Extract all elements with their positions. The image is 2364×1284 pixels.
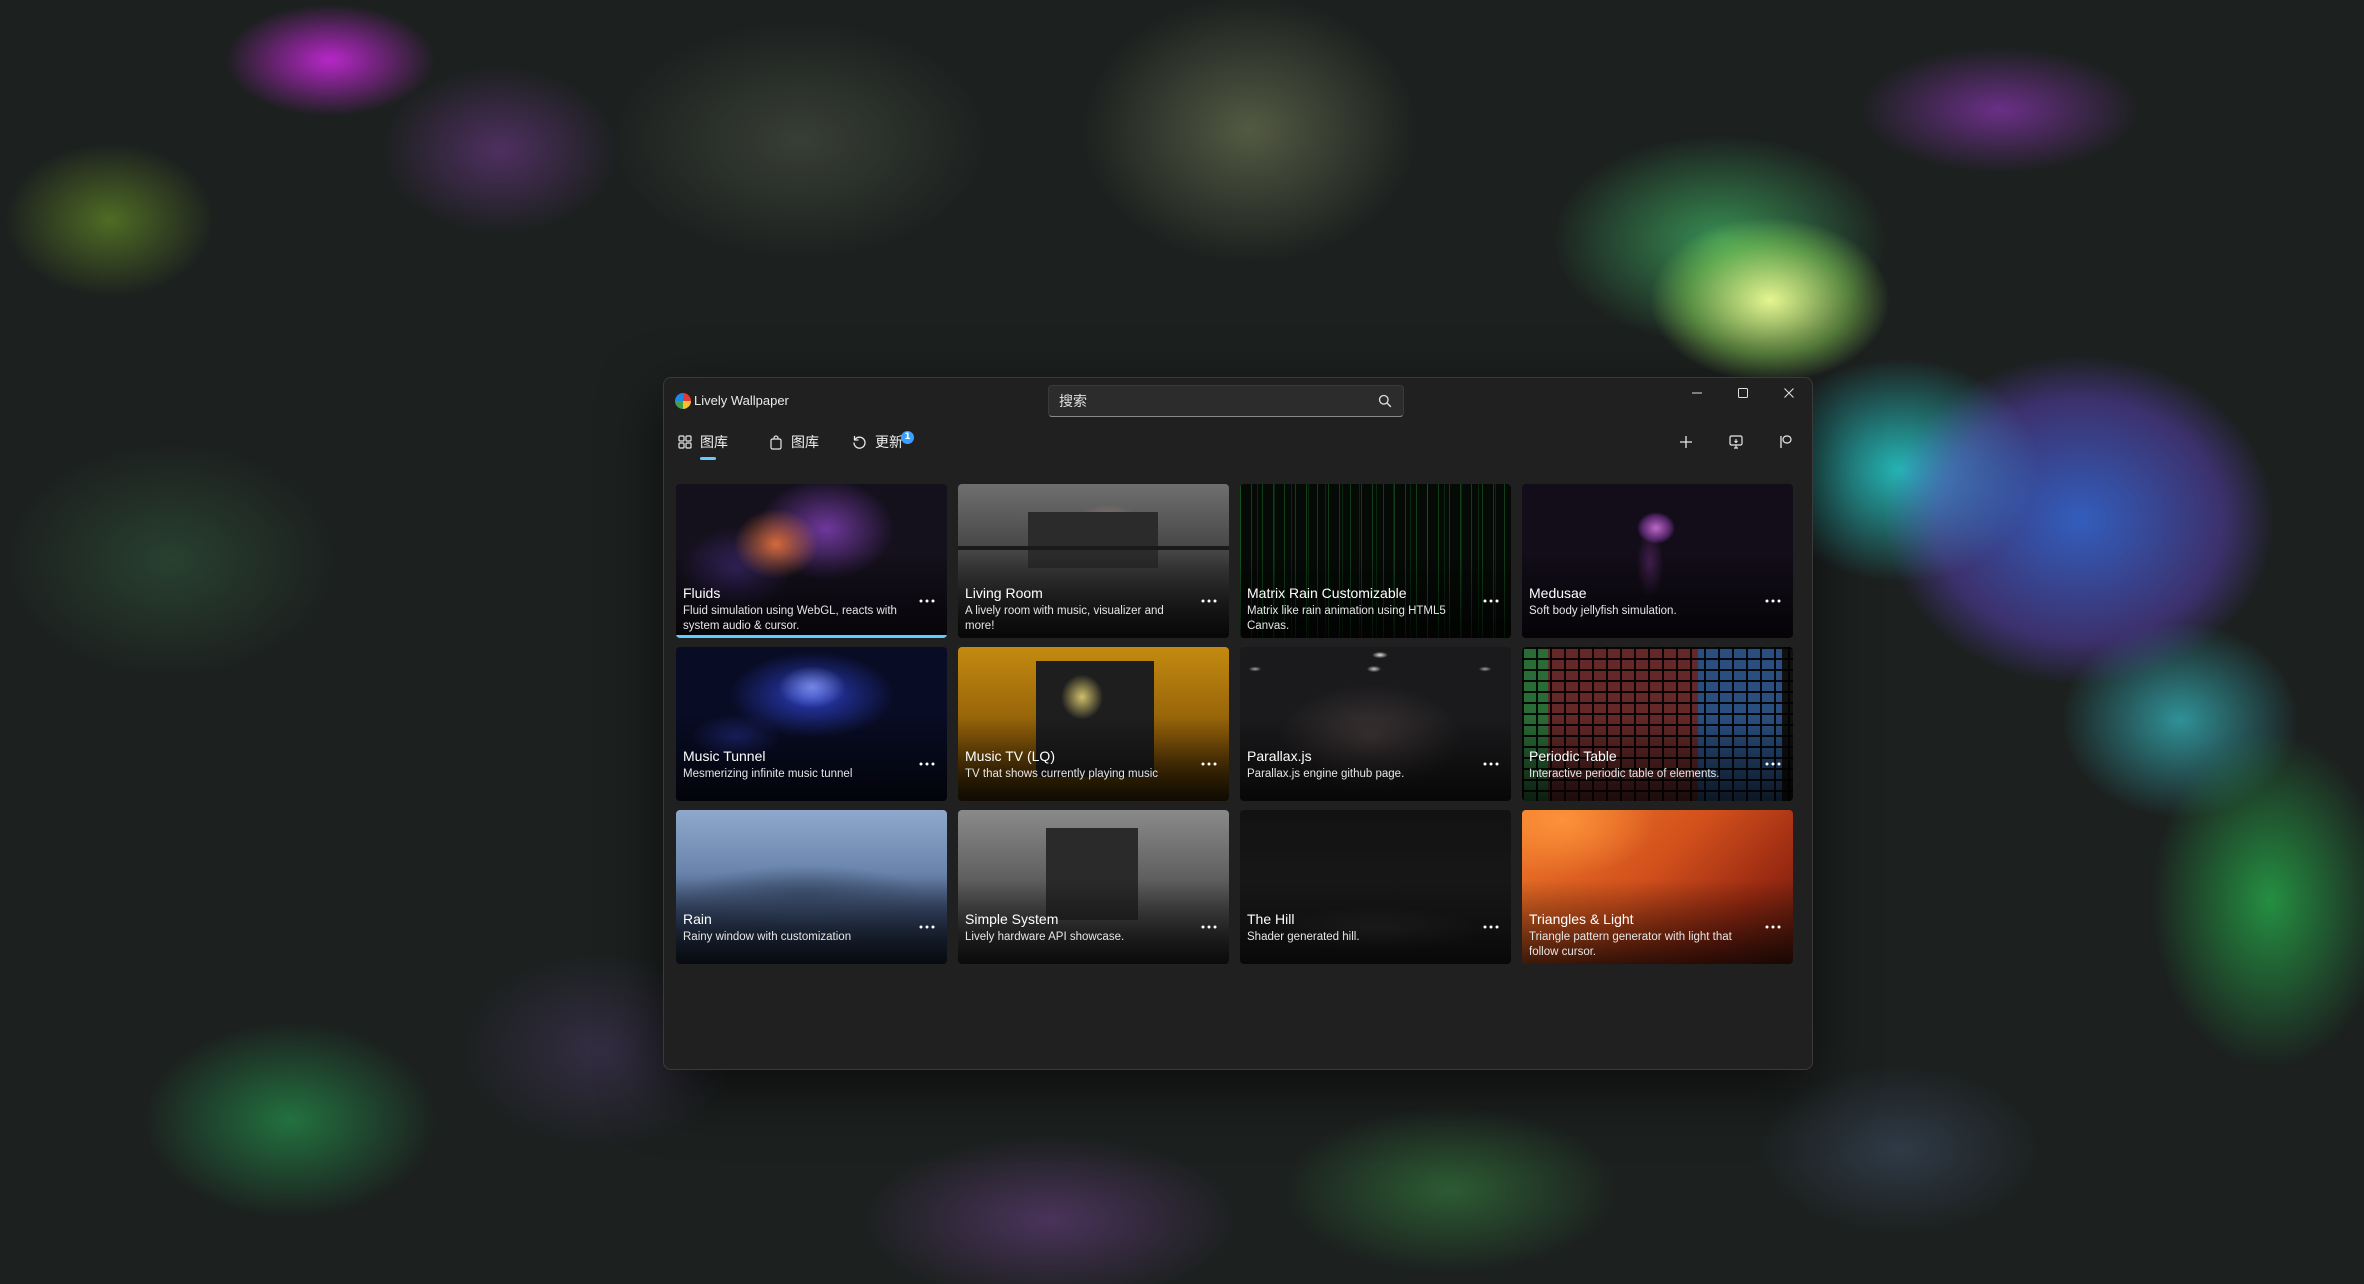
wallpaper-description: Matrix like rain animation using HTML5 C… xyxy=(1247,605,1446,632)
wallpaper-more-button[interactable] xyxy=(1761,595,1785,607)
more-icon xyxy=(1765,925,1781,929)
wallpaper-title: Music TV (LQ) xyxy=(965,748,1055,764)
screen-layout-button[interactable] xyxy=(1718,426,1754,458)
app-logo-icon xyxy=(675,393,691,409)
maximize-button[interactable] xyxy=(1720,378,1766,408)
wallpaper-title: Music Tunnel xyxy=(683,748,766,764)
wallpaper-more-button[interactable] xyxy=(915,758,939,770)
toolbar: 图库 图库 更新 1 xyxy=(664,422,1812,462)
tab-library-label: 图库 xyxy=(700,435,728,451)
wallpaper-card[interactable]: Parallax.js Parallax.js engine github pa… xyxy=(1240,647,1511,801)
more-icon xyxy=(1483,762,1499,766)
wallpaper-card[interactable]: Medusae Soft body jellyfish simulation. xyxy=(1522,484,1793,638)
more-icon xyxy=(919,599,935,603)
wallpaper-more-button[interactable] xyxy=(1761,758,1785,770)
tab-gallery-label: 图库 xyxy=(791,435,819,451)
wallpaper-description: TV that shows currently playing music xyxy=(965,768,1159,780)
maximize-icon xyxy=(1738,388,1748,398)
wallpaper-card[interactable]: Living Room A lively room with music, vi… xyxy=(958,484,1229,638)
wallpaper-more-button[interactable] xyxy=(1479,921,1503,933)
screen-icon xyxy=(1729,435,1743,449)
add-wallpaper-button[interactable] xyxy=(1668,426,1704,458)
search-box[interactable] xyxy=(1048,385,1404,417)
tab-gallery[interactable]: 图库 xyxy=(769,422,819,462)
wallpaper-card[interactable]: Fluids Fluid simulation using WebGL, rea… xyxy=(676,484,947,638)
refresh-icon xyxy=(853,435,866,449)
wallpaper-description: Triangle pattern generator with light th… xyxy=(1529,931,1732,958)
more-icon xyxy=(1201,762,1217,766)
wallpaper-card[interactable]: Periodic Table Interactive periodic tabl… xyxy=(1522,647,1793,801)
add-icon xyxy=(1680,436,1692,448)
more-icon xyxy=(1201,599,1217,603)
tab-updates-label: 更新 xyxy=(875,435,903,451)
minimize-button[interactable] xyxy=(1674,378,1720,408)
wallpaper-card[interactable]: Music TV (LQ) TV that shows currently pl… xyxy=(958,647,1229,801)
wallpaper-description: Soft body jellyfish simulation. xyxy=(1529,605,1677,617)
wallpaper-title: Medusae xyxy=(1529,585,1587,601)
lively-wallpaper-window: Lively Wallpaper 图库 xyxy=(663,377,1813,1070)
app-title: Lively Wallpaper xyxy=(694,393,789,408)
wallpaper-description: Mesmerizing infinite music tunnel xyxy=(683,768,853,780)
wallpaper-more-button[interactable] xyxy=(1479,758,1503,770)
more-icon xyxy=(1765,599,1781,603)
wallpaper-description: Fluid simulation using WebGL, reacts wit… xyxy=(683,605,897,632)
pause-control-button[interactable] xyxy=(1768,426,1804,458)
wallpaper-title: Fluids xyxy=(683,585,721,601)
search-icon[interactable] xyxy=(1377,393,1393,409)
wallpaper-title: Periodic Table xyxy=(1529,748,1617,764)
more-icon xyxy=(919,925,935,929)
wallpaper-card[interactable]: Simple System Lively hardware API showca… xyxy=(958,810,1229,964)
wallpaper-description: Lively hardware API showcase. xyxy=(965,931,1125,943)
update-count-badge: 1 xyxy=(901,431,914,444)
wallpaper-description: Shader generated hill. xyxy=(1247,931,1360,943)
tab-updates[interactable]: 更新 1 xyxy=(852,422,914,462)
wallpaper-grid: Fluids Fluid simulation using WebGL, rea… xyxy=(676,484,1793,964)
wallpaper-more-button[interactable] xyxy=(915,595,939,607)
more-icon xyxy=(1483,599,1499,603)
wallpaper-description: Rainy window with customization xyxy=(683,931,852,943)
wallpaper-more-button[interactable] xyxy=(1197,758,1221,770)
wallpaper-title: Triangles & Light xyxy=(1529,911,1634,927)
wallpaper-title: Simple System xyxy=(965,911,1059,927)
wallpaper-more-button[interactable] xyxy=(1197,921,1221,933)
wallpaper-more-button[interactable] xyxy=(1761,921,1785,933)
wallpaper-more-button[interactable] xyxy=(1197,595,1221,607)
grid-icon xyxy=(678,435,692,449)
search-input[interactable] xyxy=(1059,392,1359,412)
toggle-icon xyxy=(1780,435,1792,448)
wallpaper-title: Matrix Rain Customizable xyxy=(1247,585,1407,601)
more-icon xyxy=(1483,925,1499,929)
more-icon xyxy=(1201,925,1217,929)
wallpaper-description: A lively room with music, visualizer and… xyxy=(965,605,1164,632)
more-icon xyxy=(919,762,935,766)
wallpaper-title: Rain xyxy=(683,911,712,927)
more-icon xyxy=(1765,762,1781,766)
title-bar[interactable]: Lively Wallpaper xyxy=(664,378,1812,422)
wallpaper-title: Living Room xyxy=(965,585,1043,601)
wallpaper-title: The Hill xyxy=(1247,911,1295,927)
wallpaper-description: Parallax.js engine github page. xyxy=(1247,768,1405,780)
minimize-icon xyxy=(1692,392,1702,394)
wallpaper-more-button[interactable] xyxy=(915,921,939,933)
wallpaper-description: Interactive periodic table of elements. xyxy=(1529,768,1720,780)
wallpaper-card[interactable]: Rain Rainy window with customization xyxy=(676,810,947,964)
tab-library[interactable]: 图库 xyxy=(678,422,728,462)
bag-icon xyxy=(770,434,782,450)
close-icon xyxy=(1784,388,1794,398)
wallpaper-card[interactable]: The Hill Shader generated hill. xyxy=(1240,810,1511,964)
wallpaper-title: Parallax.js xyxy=(1247,748,1312,764)
wallpaper-card[interactable]: Music Tunnel Mesmerizing infinite music … xyxy=(676,647,947,801)
wallpaper-card[interactable]: Matrix Rain Customizable Matrix like rai… xyxy=(1240,484,1511,638)
close-button[interactable] xyxy=(1766,378,1812,408)
wallpaper-more-button[interactable] xyxy=(1479,595,1503,607)
wallpaper-card[interactable]: Triangles & Light Triangle pattern gener… xyxy=(1522,810,1793,964)
